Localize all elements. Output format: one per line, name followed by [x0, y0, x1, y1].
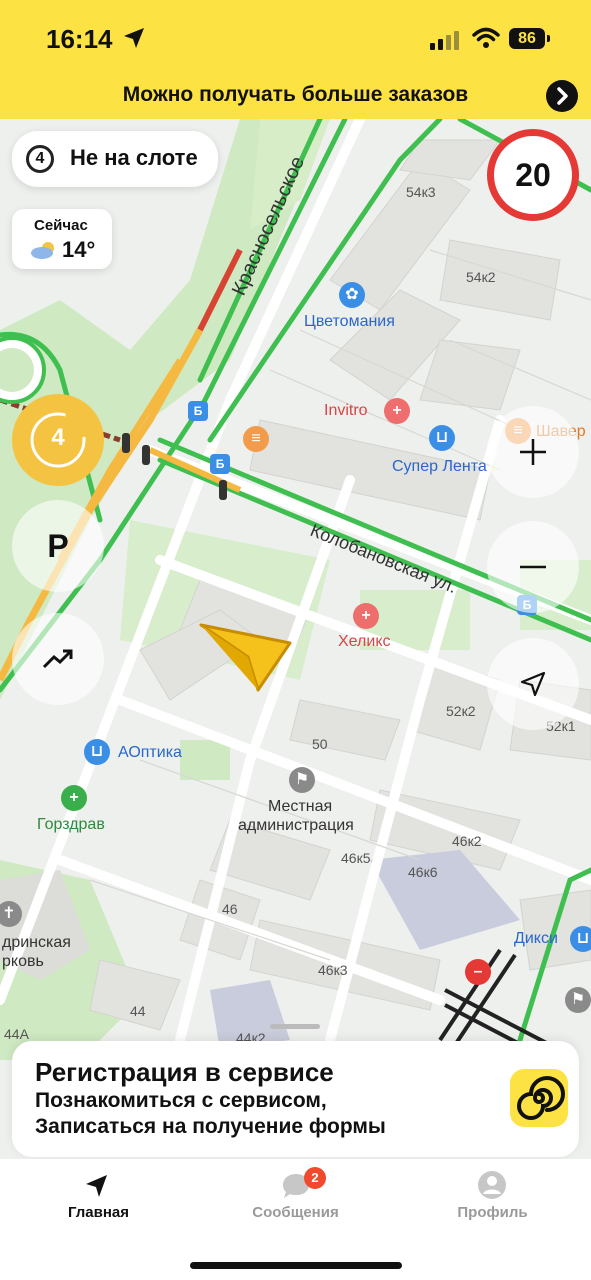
poi-label-church-line1[interactable]: дринская — [2, 934, 71, 952]
cafe-icon[interactable]: ≡ — [243, 426, 269, 452]
poi-label-invitro[interactable]: Invitro — [324, 402, 368, 420]
registration-card[interactable]: Регистрация в сервисе Познакомиться с се… — [12, 1041, 579, 1157]
messages-badge: 2 — [304, 1167, 326, 1189]
tab-home-label: Главная — [67, 1204, 129, 1221]
navigation-arrow-icon — [86, 1175, 107, 1197]
card-title: Регистрация в сервисе — [35, 1057, 334, 1087]
poi-label-admin-line1[interactable]: Местная — [268, 798, 332, 816]
medical-icon[interactable]: + — [353, 603, 379, 629]
weather-temperature: 14° — [62, 237, 96, 262]
flag-icon[interactable]: ⚑ — [565, 987, 591, 1013]
poi-label-gorzdrav[interactable]: Горздрав — [37, 816, 105, 834]
pharmacy-icon[interactable]: + — [61, 785, 87, 811]
building-label: 44А — [4, 1026, 29, 1042]
slot-label: Не на слоте — [70, 145, 198, 170]
building-label: 46к3 — [318, 962, 348, 978]
rank-number: 4 — [51, 424, 65, 451]
minus-icon — [520, 565, 546, 569]
poi-label-church-line2[interactable]: рковь — [2, 953, 44, 971]
slot-status-chip[interactable]: 4 Не на слоте — [12, 131, 218, 187]
no-entry-icon: – — [465, 959, 491, 985]
building-label: 46к6 — [408, 864, 438, 880]
flower-shop-icon[interactable]: ✿ — [339, 282, 365, 308]
bus-stop-icon: Б — [188, 401, 208, 421]
weather-widget[interactable]: Сейчас 14° — [12, 209, 112, 269]
weather-label: Сейчас — [34, 217, 88, 234]
building-label: 46 — [222, 901, 238, 917]
medical-icon[interactable]: + — [384, 398, 410, 424]
zoom-in-button[interactable] — [487, 406, 579, 498]
card-line-1: Познакомиться с сервисом, — [35, 1089, 327, 1112]
shopping-basket-icon[interactable]: ⊔ — [429, 425, 455, 451]
battery-indicator: 86 — [509, 28, 550, 49]
shopping-basket-icon[interactable]: ⊔ — [570, 926, 591, 952]
poi-label-super-lenta[interactable]: Супер Лента — [392, 458, 487, 476]
tab-profile-label: Профиль — [457, 1204, 528, 1221]
promo-arrow-button[interactable] — [546, 80, 578, 112]
current-location-arrow-icon — [199, 623, 292, 692]
driver-rank-button[interactable]: 4 — [12, 394, 104, 486]
building-label: 52к2 — [446, 703, 476, 719]
home-indicator — [190, 1262, 402, 1269]
building-label: 50 — [312, 736, 328, 752]
optics-shop-icon[interactable]: ⊔ — [84, 739, 110, 765]
status-time: 16:14 — [46, 24, 113, 54]
cellular-signal-icon — [430, 31, 459, 50]
card-line-2: Записаться на получение формы — [35, 1115, 386, 1138]
slot-count: 4 — [26, 145, 54, 173]
building-label: 44 — [130, 1003, 146, 1019]
navigation-arrow-icon — [520, 671, 546, 697]
tab-messages-label: Сообщения — [252, 1204, 339, 1221]
tab-profile[interactable]: Профиль — [394, 1159, 591, 1239]
recenter-button[interactable] — [487, 638, 579, 730]
trend-up-icon — [42, 649, 73, 669]
poi-label-aoptika[interactable]: АОптика — [118, 744, 182, 762]
parking-button[interactable]: P — [12, 500, 104, 592]
zoom-out-button[interactable] — [487, 521, 579, 613]
sheet-drag-handle[interactable] — [270, 1024, 320, 1029]
chevron-right-icon — [557, 87, 568, 105]
speed-limit-sign: 20 — [487, 129, 579, 221]
poi-label-heliks[interactable]: Хеликс — [338, 633, 391, 651]
poi-label-admin-line2[interactable]: администрация — [238, 817, 354, 835]
spiral-logo-icon — [510, 1069, 568, 1127]
promo-banner[interactable]: Можно получать больше заказов — [0, 75, 591, 119]
plus-icon — [520, 439, 546, 465]
wifi-icon — [472, 27, 500, 48]
bus-stop-icon: Б — [210, 454, 230, 474]
poi-label-dixy[interactable]: Дикси — [514, 930, 558, 948]
building-label: 54к2 — [466, 269, 496, 285]
building-label: 46к2 — [452, 833, 482, 849]
tab-messages[interactable]: Сообщения — [197, 1159, 394, 1239]
cloudy-icon — [31, 242, 54, 259]
location-services-icon — [124, 28, 144, 48]
building-label: 46к5 — [341, 850, 371, 866]
traffic-stats-button[interactable] — [12, 613, 104, 705]
tab-home[interactable]: Главная — [0, 1159, 197, 1239]
poi-label-cvetomania[interactable]: Цветомания — [304, 313, 395, 331]
building-label: 54к3 — [406, 184, 436, 200]
status-bar: 16:14 86 — [0, 0, 591, 75]
profile-icon — [478, 1171, 506, 1199]
promo-text: Можно получать больше заказов — [122, 83, 469, 106]
flag-icon[interactable]: ⚑ — [289, 767, 315, 793]
